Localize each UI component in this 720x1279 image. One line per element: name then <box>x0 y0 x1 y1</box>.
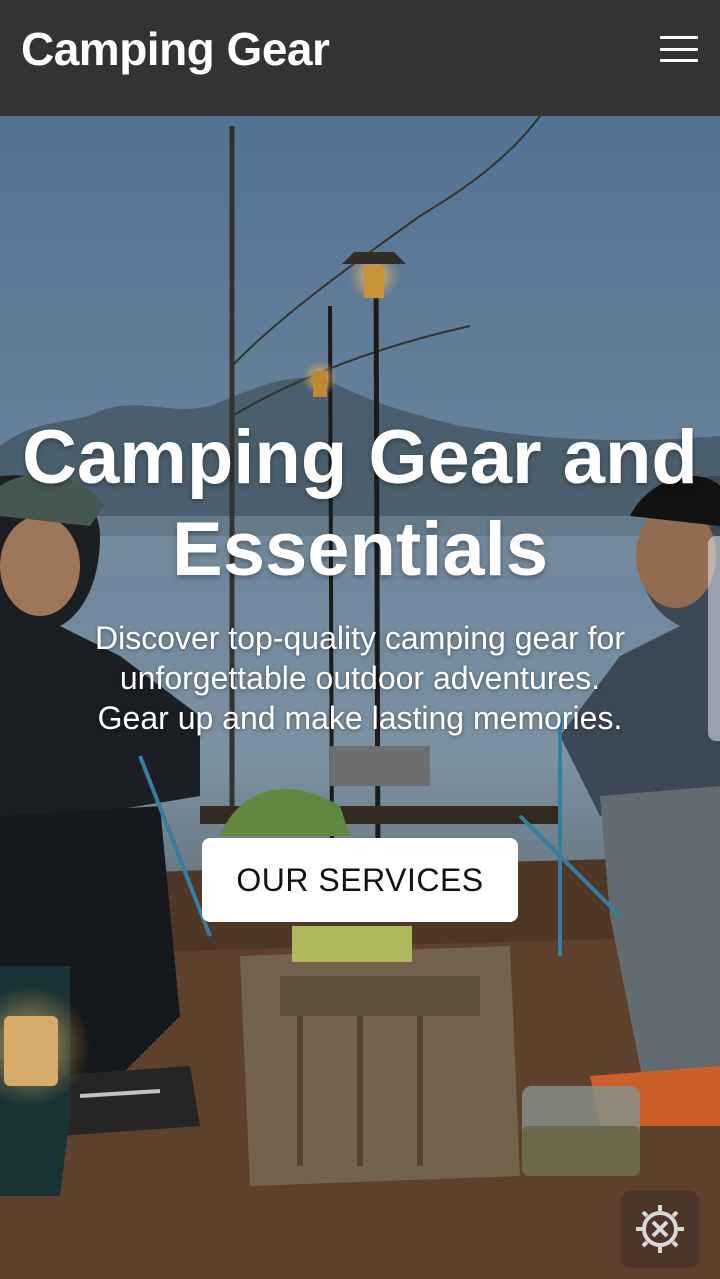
page: Camping Gear Camping Gear and Essentials… <box>0 0 720 1279</box>
menu-bar <box>660 59 698 62</box>
our-services-button[interactable]: OUR SERVICES <box>202 838 518 922</box>
site-header: Camping Gear <box>0 0 720 116</box>
hero-subtitle-line: Discover top-quality camping gear for <box>94 620 625 656</box>
site-title[interactable]: Camping Gear <box>21 22 330 76</box>
hero-title-line: Essentials <box>172 507 548 592</box>
hero-title-line: Camping Gear and <box>22 415 698 500</box>
hero-subtitle-line: unforgettable outdoor adventures. <box>119 660 601 696</box>
hero-subtitle-line: Gear up and make lasting memories. <box>97 700 623 736</box>
side-scroll-tab[interactable] <box>708 536 720 741</box>
hero-title: Camping Gear and Essentials <box>0 412 720 596</box>
menu-bar <box>660 36 698 39</box>
hamburger-menu-icon[interactable] <box>660 36 698 62</box>
hero-subtitle: Discover top-quality camping gear for un… <box>40 618 680 738</box>
hero-section: Camping Gear and Essentials Discover top… <box>0 116 720 1279</box>
gear-icon <box>636 1205 684 1253</box>
gear-settings-icon[interactable] <box>621 1190 699 1268</box>
menu-bar <box>660 47 698 51</box>
